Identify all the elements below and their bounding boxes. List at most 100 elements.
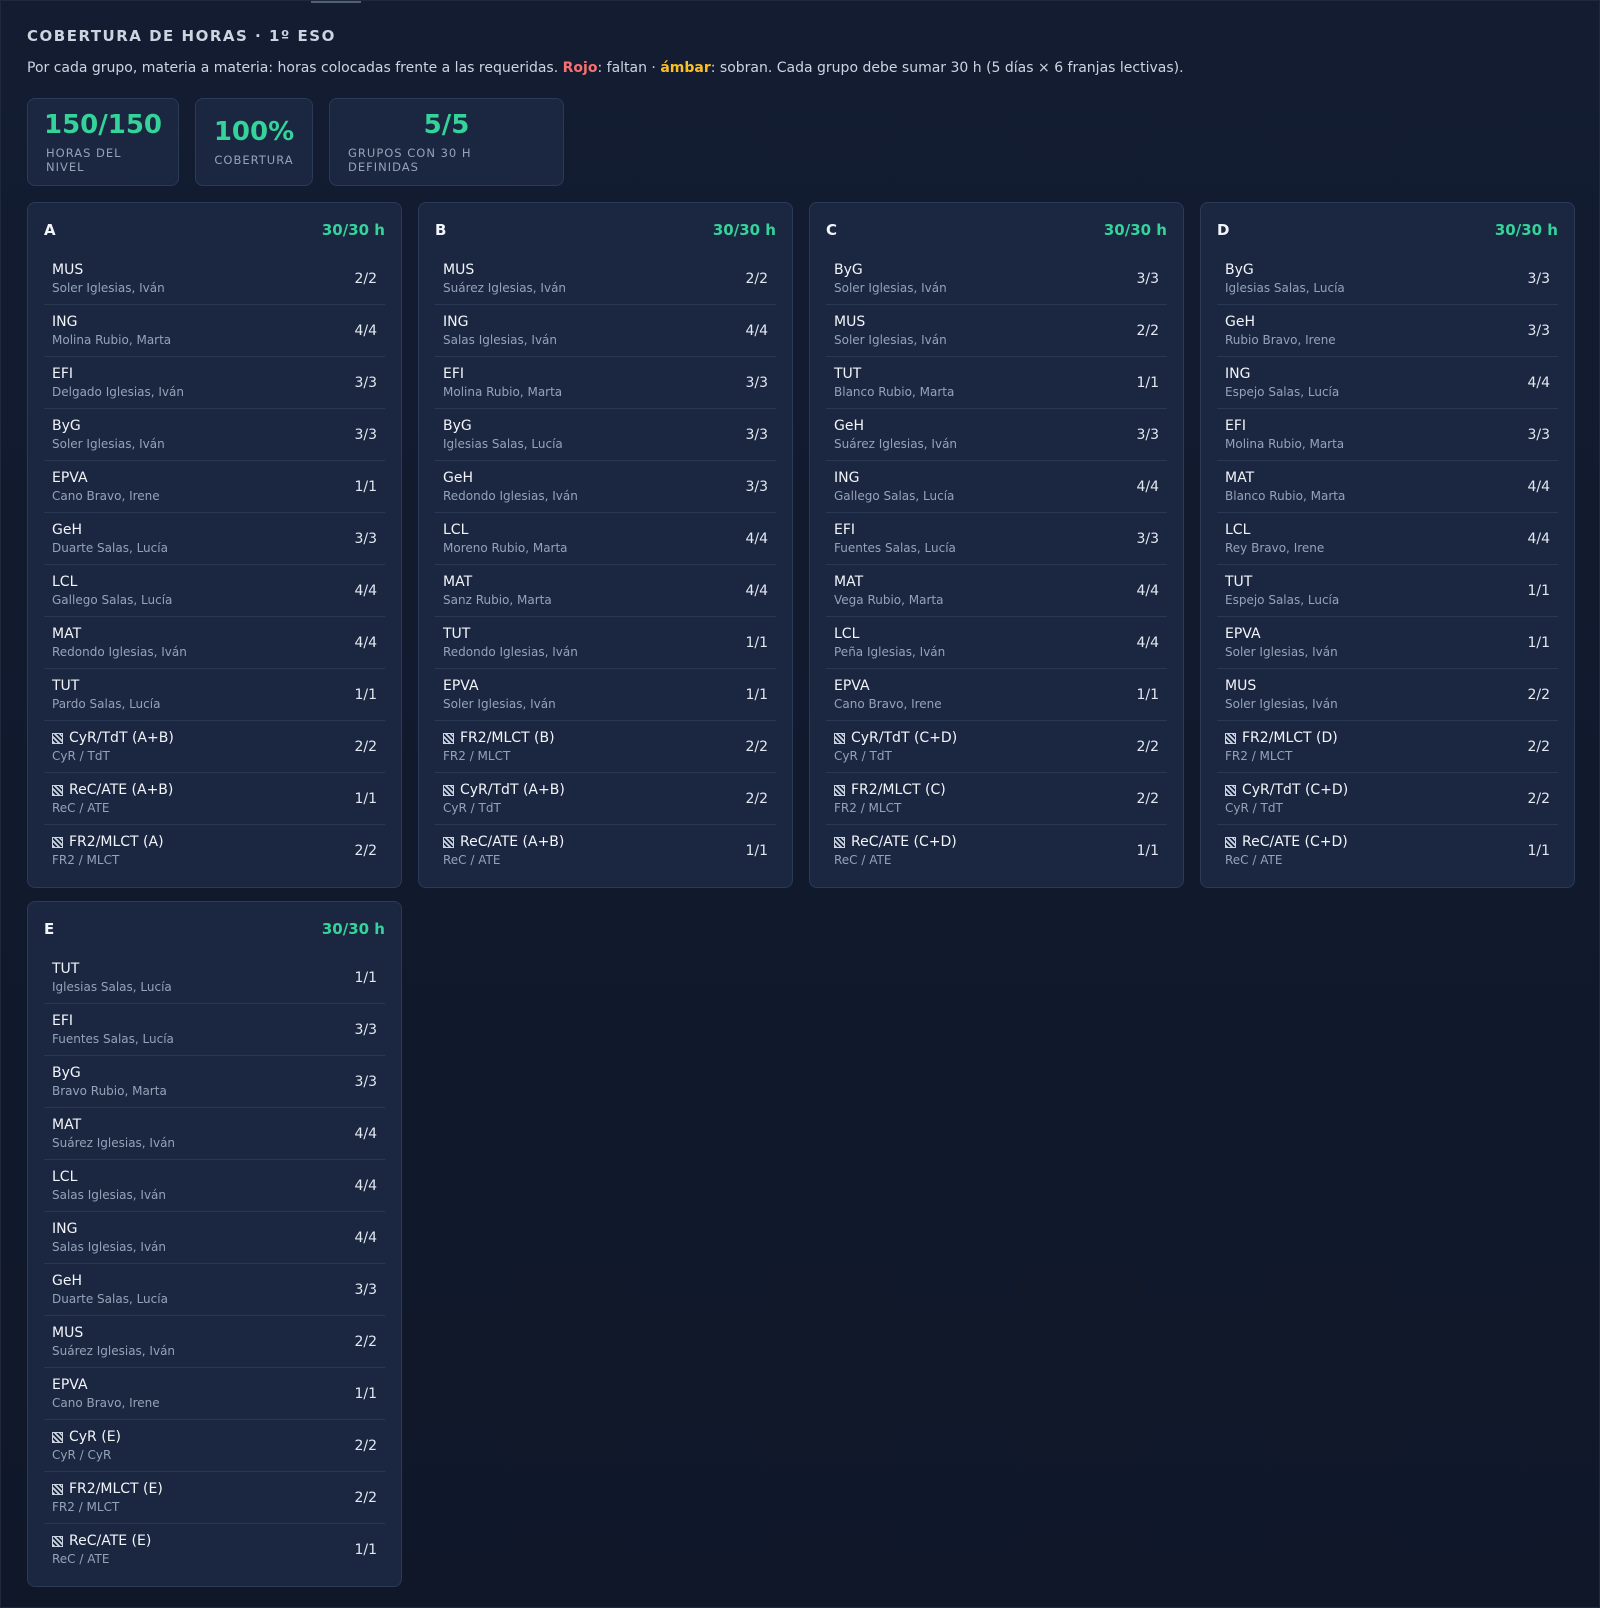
subject-label: CyR/TdT (C+D)	[851, 729, 958, 746]
subject-label: EFI	[443, 365, 465, 382]
subject-label: TUT	[52, 960, 80, 977]
subject-label: MAT	[52, 625, 82, 642]
subject-label: ING	[443, 313, 469, 330]
subject-row: ByG Iglesias Salas, Lucía 3/3	[1217, 253, 1558, 305]
subject-name: EPVA	[443, 677, 556, 696]
hours-count: 2/2	[745, 270, 768, 287]
teacher-name: Fuentes Salas, Lucía	[52, 1031, 174, 1046]
subject-info: MUS Suárez Iglesias, Iván	[52, 1324, 175, 1360]
subject-info: MAT Redondo Iglesias, Iván	[52, 625, 187, 661]
subject-info: MAT Blanco Rubio, Marta	[1225, 469, 1345, 505]
subject-info: EPVA Soler Iglesias, Iván	[1225, 625, 1338, 661]
teacher-name: ReC / ATE	[443, 853, 501, 867]
hours-count: 1/1	[354, 686, 377, 703]
subject-label: CyR/TdT (A+B)	[460, 781, 565, 798]
subject-info: ING Espejo Salas, Lucía	[1225, 365, 1339, 401]
teacher-name: Fuentes Salas, Lucía	[834, 540, 956, 555]
subject-label: ING	[52, 1220, 78, 1237]
hours-count: 1/1	[745, 686, 768, 703]
subject-name: FR2/MLCT (B)	[443, 729, 555, 748]
subject-label: EPVA	[834, 677, 870, 694]
subject-row: TUT Blanco Rubio, Marta 1/1	[826, 357, 1167, 409]
subject-label: TUT	[52, 677, 80, 694]
shared-block-icon	[52, 1483, 63, 1495]
hours-count: 4/4	[745, 582, 768, 599]
hours-count: 4/4	[1136, 634, 1159, 651]
subject-row: GeH Rubio Bravo, Irene 3/3	[1217, 305, 1558, 357]
subject-row: ReC/ATE (C+D) ReC / ATE 1/1	[826, 825, 1167, 877]
hours-count: 1/1	[1136, 843, 1159, 859]
subject-name: ReC/ATE (C+D)	[834, 833, 957, 852]
subject-label: GeH	[443, 469, 473, 486]
subject-row: EPVA Soler Iglesias, Iván 1/1	[435, 669, 776, 721]
subject-label: EFI	[52, 365, 74, 382]
teacher-name: Suárez Iglesias, Iván	[443, 280, 567, 295]
stat-value: 100%	[213, 117, 295, 147]
subject-list: TUT Iglesias Salas, Lucía 1/1 EFI Fuentes Sa…	[44, 952, 385, 1586]
subject-info: EFI Molina Rubio, Marta	[1225, 417, 1344, 453]
subject-label: MAT	[52, 1116, 82, 1133]
subject-info: EPVA Cano Bravo, Irene	[52, 1376, 160, 1412]
hours-count: 2/2	[354, 843, 377, 859]
subject-row: MUS Suárez Iglesias, Iván 2/2	[435, 253, 776, 305]
teacher-name: FR2 / MLCT	[443, 748, 511, 763]
group-card-a: A 30/30 h MUS Soler Iglesias, Iván 2/2 ING Mol…	[27, 202, 402, 888]
subject-label: CyR (E)	[69, 1428, 122, 1445]
subject-name: EPVA	[52, 469, 160, 488]
subject-label: TUT	[1225, 573, 1253, 590]
subject-info: CyR/TdT (A+B) CyR / TdT	[52, 729, 174, 765]
subject-row: TUT Redondo Iglesias, Iván 1/1	[435, 617, 776, 669]
subject-row: FR2/MLCT (D) FR2 / MLCT 2/2	[1217, 721, 1558, 773]
group-total: 30/30 h	[1103, 221, 1167, 239]
subject-name: ByG	[52, 417, 165, 436]
subject-name: MAT	[52, 625, 187, 644]
hours-count: 2/2	[1136, 322, 1159, 339]
hours-count: 1/1	[745, 843, 768, 859]
hours-count: 2/2	[354, 1437, 377, 1454]
subject-name: TUT	[52, 960, 172, 979]
subject-label: EPVA	[443, 677, 479, 694]
subject-name: MUS	[52, 261, 165, 280]
subject-info: FR2/MLCT (C) FR2 / MLCT	[834, 781, 946, 817]
subject-info: ING Salas Iglesias, Iván	[443, 313, 557, 349]
teacher-name: CyR / TdT	[834, 748, 892, 763]
subject-label: MUS	[834, 313, 866, 330]
subject-name: MAT	[1225, 469, 1345, 488]
subject-name: TUT	[1225, 573, 1339, 592]
group-name: A	[44, 221, 56, 239]
hours-count: 2/2	[354, 738, 377, 755]
group-total: 30/30 h	[321, 920, 385, 938]
hours-count: 3/3	[1527, 426, 1550, 443]
subject-row: ByG Iglesias Salas, Lucía 3/3	[435, 409, 776, 461]
subject-label: ByG	[52, 417, 81, 434]
shared-block-icon	[834, 784, 845, 796]
teacher-name: Soler Iglesias, Iván	[52, 280, 165, 295]
subject-label: FR2/MLCT (B)	[460, 729, 555, 746]
desc-text: Por cada grupo, materia a materia: horas…	[27, 60, 563, 76]
subject-label: ReC/ATE (A+B)	[460, 834, 565, 850]
subject-row: MUS Soler Iglesias, Iván 2/2	[1217, 669, 1558, 721]
teacher-name: Molina Rubio, Marta	[443, 384, 563, 399]
subject-label: ByG	[834, 261, 863, 278]
hours-count: 4/4	[354, 322, 377, 339]
subject-row: MAT Sanz Rubio, Marta 4/4	[435, 565, 776, 617]
subject-row: MAT Vega Rubio, Marta 4/4	[826, 565, 1167, 617]
group-name: E	[44, 920, 55, 938]
subject-label: FR2/MLCT (E)	[69, 1480, 163, 1497]
subject-name: EFI	[52, 365, 184, 384]
teacher-name: CyR / TdT	[443, 800, 501, 815]
teacher-name: FR2 / MLCT	[52, 853, 120, 867]
subject-info: TUT Redondo Iglesias, Iván	[443, 625, 578, 661]
hours-count: 4/4	[354, 1125, 377, 1142]
subject-row: FR2/MLCT (B) FR2 / MLCT 2/2	[435, 721, 776, 773]
subject-name: MUS	[52, 1324, 175, 1343]
subject-name: ReC/ATE (A+B)	[52, 781, 173, 800]
teacher-name: Suárez Iglesias, Iván	[52, 1343, 176, 1358]
subject-label: FR2/MLCT (C)	[851, 781, 946, 798]
subject-label: GeH	[52, 1272, 82, 1289]
teacher-name: Cano Bravo, Irene	[52, 488, 160, 503]
hours-count: 1/1	[1527, 843, 1550, 859]
subject-row: CyR/TdT (A+B) CyR / TdT 2/2	[435, 773, 776, 825]
page-title: COBERTURA DE HORAS · 1º ESO	[27, 27, 336, 45]
hours-count: 3/3	[354, 426, 377, 443]
